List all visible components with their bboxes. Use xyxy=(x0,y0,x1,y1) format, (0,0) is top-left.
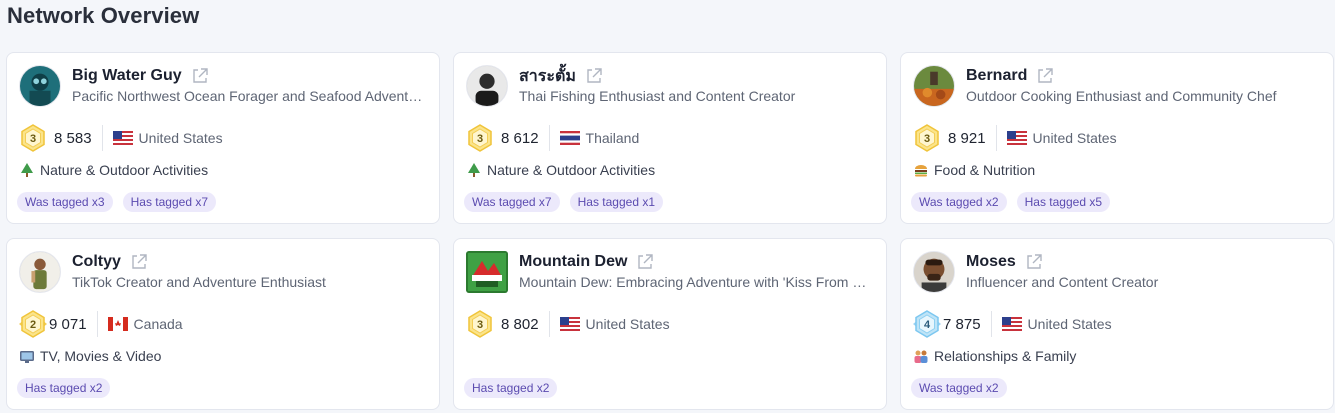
profile-card[interactable]: Mountain Dew Mountain Dew: Embracing Adv… xyxy=(453,238,887,410)
country-label: United States xyxy=(1027,316,1112,332)
avatar[interactable] xyxy=(466,65,508,107)
divider xyxy=(101,125,103,151)
profile-name[interactable]: Mountain Dew xyxy=(519,253,627,271)
avatar[interactable] xyxy=(913,251,955,293)
score-value: 8 802 xyxy=(501,315,539,333)
us-flag-icon xyxy=(1006,131,1027,145)
divider xyxy=(995,125,997,151)
profile-bio: Outdoor Cooking Enthusiast and Community… xyxy=(966,88,1277,104)
profile-bio: Thai Fishing Enthusiast and Content Crea… xyxy=(519,88,796,104)
thailand-flag-icon xyxy=(559,131,580,145)
score-value: 7 875 xyxy=(943,315,981,333)
category-label: Food & Nutrition xyxy=(934,162,1036,178)
profile-card[interactable]: สาระตั้ม Thai Fishing Enthusiast and Con… xyxy=(453,52,887,224)
profile-name[interactable]: Moses xyxy=(966,253,1016,271)
external-link-icon[interactable] xyxy=(1036,67,1054,85)
profile-name[interactable]: Bernard xyxy=(966,67,1027,85)
divider xyxy=(548,311,550,337)
tag-pill[interactable]: Was tagged x3 xyxy=(17,192,113,212)
rank-badge-icon: 2 xyxy=(19,310,47,338)
external-link-icon[interactable] xyxy=(1025,253,1043,271)
rank-number: 4 xyxy=(924,319,931,331)
category-label: Nature & Outdoor Activities xyxy=(40,162,209,178)
profile-name[interactable]: สาระตั้ม xyxy=(519,64,576,89)
score-value: 8 921 xyxy=(948,129,986,147)
profile-name[interactable]: Big Water Guy xyxy=(72,67,182,85)
profile-card[interactable]: Big Water Guy Pacific Northwest Ocean Fo… xyxy=(6,52,440,224)
page-title: Network Overview xyxy=(7,3,200,28)
external-link-icon[interactable] xyxy=(585,67,603,85)
rank-number: 3 xyxy=(30,133,36,145)
rank-number: 3 xyxy=(477,133,483,145)
rank-number: 2 xyxy=(30,319,36,331)
external-link-icon[interactable] xyxy=(191,67,209,85)
avatar[interactable] xyxy=(19,65,61,107)
divider xyxy=(548,125,550,151)
people-icon xyxy=(913,348,929,364)
rank-number: 3 xyxy=(477,319,483,331)
us-flag-icon xyxy=(1001,317,1022,331)
country-label: Thailand xyxy=(585,130,640,146)
category-label: Nature & Outdoor Activities xyxy=(487,162,656,178)
avatar[interactable] xyxy=(19,251,61,293)
canada-flag-icon xyxy=(107,317,128,331)
profile-bio: Influencer and Content Creator xyxy=(966,274,1159,290)
tv-icon xyxy=(19,348,35,364)
tag-pill[interactable]: Was tagged x2 xyxy=(911,192,1007,212)
score-value: 9 071 xyxy=(49,315,87,333)
divider xyxy=(96,311,98,337)
burger-icon xyxy=(913,162,929,178)
profile-card[interactable]: Coltyy TikTok Creator and Adventure Enth… xyxy=(6,238,440,410)
tag-pill[interactable]: Has tagged x7 xyxy=(122,192,216,212)
divider xyxy=(990,311,992,337)
tree-icon xyxy=(19,162,35,178)
external-link-icon[interactable] xyxy=(130,253,148,271)
category-label: TV, Movies & Video xyxy=(40,348,162,364)
tree-icon xyxy=(466,162,482,178)
network-grid: Big Water Guy Pacific Northwest Ocean Fo… xyxy=(6,52,1334,412)
score-value: 8 583 xyxy=(54,129,92,147)
tag-pill[interactable]: Was tagged x2 xyxy=(911,378,1007,398)
avatar[interactable] xyxy=(466,251,508,293)
profile-bio: TikTok Creator and Adventure Enthusiast xyxy=(72,274,326,290)
country-label: United States xyxy=(585,316,670,332)
rank-number: 3 xyxy=(924,133,930,145)
country-label: United States xyxy=(138,130,223,146)
tag-pill[interactable]: Was tagged x7 xyxy=(464,192,560,212)
tag-pill[interactable]: Has tagged x5 xyxy=(1016,192,1110,212)
external-link-icon[interactable] xyxy=(636,253,654,271)
us-flag-icon xyxy=(112,131,133,145)
rank-badge-icon: 3 xyxy=(19,124,47,152)
profile-card[interactable]: Moses Influencer and Content Creator 4 7… xyxy=(900,238,1334,410)
rank-badge-icon: 4 xyxy=(913,310,941,338)
tag-pill[interactable]: Has tagged x2 xyxy=(464,378,558,398)
country-label: United States xyxy=(1032,130,1117,146)
category-label: Relationships & Family xyxy=(934,348,1077,364)
rank-badge-icon: 3 xyxy=(466,124,494,152)
avatar[interactable] xyxy=(913,65,955,107)
score-value: 8 612 xyxy=(501,129,539,147)
rank-badge-icon: 3 xyxy=(913,124,941,152)
country-label: Canada xyxy=(133,316,183,332)
profile-bio: Mountain Dew: Embracing Adventure with '… xyxy=(519,274,874,290)
tag-pill[interactable]: Has tagged x1 xyxy=(569,192,663,212)
profile-name[interactable]: Coltyy xyxy=(72,253,121,271)
tag-pill[interactable]: Has tagged x2 xyxy=(17,378,111,398)
rank-badge-icon: 3 xyxy=(466,310,494,338)
profile-card[interactable]: Bernard Outdoor Cooking Enthusiast and C… xyxy=(900,52,1334,224)
us-flag-icon xyxy=(559,317,580,331)
profile-bio: Pacific Northwest Ocean Forager and Seaf… xyxy=(72,88,427,104)
